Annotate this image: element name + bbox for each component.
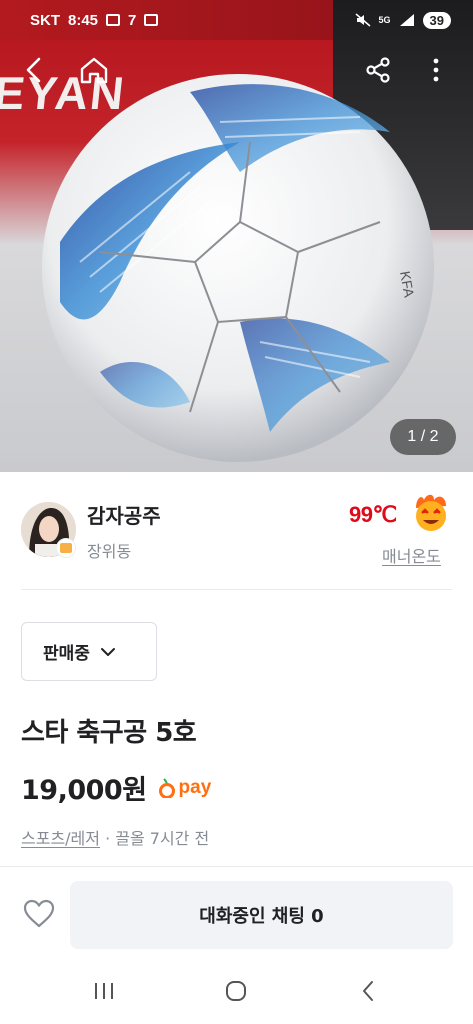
- seller-location: 장위동: [87, 542, 132, 561]
- bottom-action-bar: 대화중인 채팅 0: [0, 866, 473, 962]
- image-page-indicator: 1 / 2: [390, 419, 456, 455]
- manner-temperature: 99℃: [349, 502, 397, 527]
- battery-level: 39: [422, 11, 451, 29]
- pay-badge: pay: [158, 776, 212, 799]
- back-button[interactable]: [14, 50, 54, 90]
- seller-name[interactable]: 감자공주: [87, 500, 161, 529]
- share-icon: [366, 57, 390, 83]
- chevron-down-icon: [100, 647, 115, 656]
- price-row: 19,000원 pay: [21, 768, 211, 807]
- top-navigation: [0, 44, 473, 96]
- carrot-pay-icon: [158, 777, 175, 798]
- active-chats-button[interactable]: 대화중인 채팅 0: [70, 881, 453, 949]
- clock: 8:45: [68, 11, 99, 29]
- more-button[interactable]: [416, 50, 456, 90]
- pay-label: pay: [178, 776, 212, 798]
- notification-count: 7: [128, 11, 137, 29]
- product-title: 스타 축구공 5호: [21, 718, 197, 748]
- message-icon: [144, 14, 159, 26]
- chevron-left-icon: [26, 57, 41, 83]
- more-vertical-icon: [433, 58, 439, 82]
- system-back-button[interactable]: [348, 976, 388, 1006]
- bump-time: · 끌올 7시간 전: [100, 829, 210, 848]
- back-arrow-icon: [363, 981, 373, 1001]
- status-bar: SKT 8:45 7 5G 39: [0, 0, 473, 40]
- sale-status-dropdown[interactable]: 판매중: [21, 622, 157, 681]
- section-divider: [21, 589, 452, 590]
- category-link[interactable]: 스포츠/레저: [21, 829, 100, 848]
- soccer-ball-image: KFA: [42, 74, 434, 462]
- sale-status-value: 판매중: [43, 644, 90, 664]
- heart-icon: [23, 899, 55, 928]
- mute-icon: [355, 13, 371, 27]
- system-home-button[interactable]: [216, 976, 256, 1006]
- screenshot-icon: [106, 14, 121, 26]
- manner-temperature-link[interactable]: 매너온도: [382, 543, 441, 567]
- share-button[interactable]: [358, 50, 398, 90]
- signal-icon: [399, 14, 414, 26]
- home-icon: [80, 57, 108, 84]
- home-circle-icon: [226, 981, 246, 1001]
- home-button[interactable]: [74, 50, 114, 90]
- carrier-label: SKT: [30, 11, 60, 29]
- seller-section[interactable]: 감자공주 장위동 99℃ 매너온도: [0, 472, 473, 590]
- network-label: 5G: [378, 15, 391, 25]
- recent-apps-icon: [95, 983, 113, 999]
- recent-apps-button[interactable]: [84, 976, 124, 1006]
- like-button[interactable]: [22, 897, 56, 931]
- hot-face-emoji-icon: [416, 494, 446, 531]
- system-navigation-bar: [0, 962, 473, 1024]
- gift-badge-icon: [56, 538, 76, 558]
- listing-meta: 스포츠/레저 · 끌올 7시간 전: [21, 825, 209, 849]
- product-price: 19,000원: [21, 775, 147, 806]
